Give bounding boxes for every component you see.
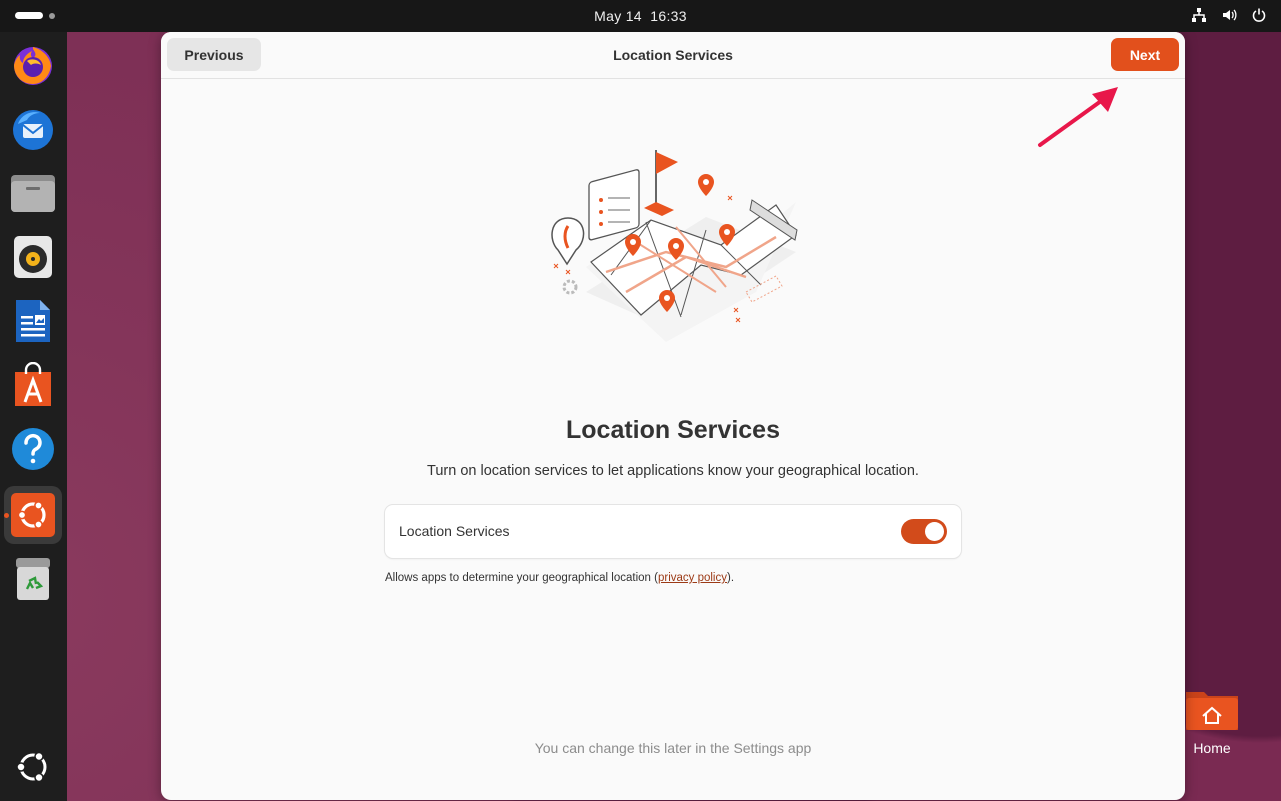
home-label: Home [1193,740,1231,756]
thunderbird-icon [13,110,53,150]
ubuntu-installer-icon [11,493,55,537]
toggle-knob [925,522,944,541]
dock-ubuntu-installer[interactable] [4,486,62,544]
page-title: Location Services [566,416,780,444]
system-tray[interactable] [1191,7,1267,23]
top-bar: May 14 16:33 [0,0,1281,32]
next-button[interactable]: Next [1111,38,1179,71]
clock-date: May 14 [594,8,642,24]
location-services-label: Location Services [399,523,510,539]
annotation-arrow-icon [1038,87,1118,147]
show-apps-button[interactable] [8,742,58,792]
power-icon[interactable] [1251,7,1267,23]
privacy-note-suffix: ). [727,572,735,584]
dock-writer[interactable] [8,296,58,346]
dock-trash[interactable] [8,554,58,604]
clock-time: 16:33 [650,8,687,24]
privacy-policy-link[interactable]: privacy policy [658,572,727,584]
page-subtitle: Turn on location services to let applica… [427,463,919,479]
dock-thunderbird[interactable] [8,104,58,154]
location-services-row: Location Services [385,505,961,558]
running-indicator [4,513,9,518]
dock-rhythmbox[interactable] [8,232,58,282]
clock[interactable]: May 14 16:33 [0,8,1281,24]
volume-icon[interactable] [1221,7,1237,23]
network-icon[interactable] [1191,7,1207,23]
location-services-toggle[interactable] [901,519,947,544]
dock-files[interactable] [8,168,58,218]
desktop-home-shortcut[interactable]: Home [1180,686,1244,756]
privacy-note-prefix: Allows apps to determine your geographic… [385,572,658,584]
window-title: Location Services [613,47,733,63]
writer-icon [16,300,50,342]
window-headerbar: Previous Location Services Next [161,32,1185,79]
dock [0,32,67,801]
firefox-icon [14,47,52,85]
location-map-illustration [551,150,798,342]
privacy-note: Allows apps to determine your geographic… [385,572,734,584]
help-icon [12,428,54,470]
dock-app-center[interactable] [8,360,58,410]
settings-hint: You can change this later in the Setting… [534,740,812,756]
rhythmbox-icon [14,236,52,278]
ubuntu-show-apps-icon [16,751,47,783]
dock-help[interactable] [8,424,58,474]
dock-firefox[interactable] [8,40,58,90]
files-icon [11,175,55,212]
home-folder-icon [1184,686,1240,732]
trash-icon [16,558,50,600]
app-center-icon [15,362,51,406]
